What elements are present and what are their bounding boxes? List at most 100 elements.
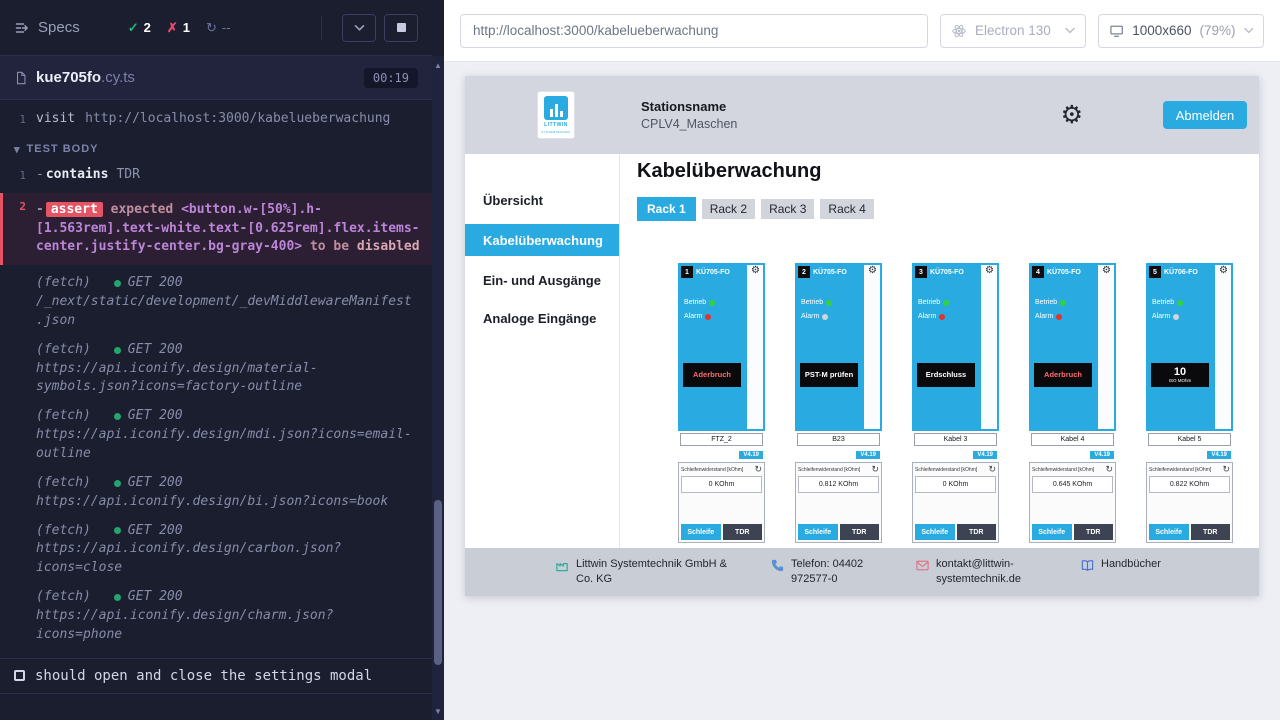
collapse-reporter-button[interactable] <box>342 14 376 42</box>
specs-list-icon <box>14 20 30 36</box>
version-badge: V4.19 <box>1207 451 1231 459</box>
refresh-icon[interactable]: ↻ <box>1222 465 1230 474</box>
cable-name-field[interactable]: FTZ_2 <box>680 433 763 446</box>
url-input[interactable] <box>461 15 927 47</box>
tdr-button[interactable]: TDR <box>1074 524 1114 540</box>
log-fetch-row[interactable]: (fetch)GET 200 https://api.iconify.desig… <box>0 469 432 517</box>
log-fetch-row[interactable]: (fetch)GET 200 /_next/static/development… <box>0 269 432 336</box>
factory-icon <box>555 558 570 573</box>
card-gear-icon[interactable]: ⚙ <box>1102 266 1111 276</box>
viewport-select[interactable]: 1000x660 (79%) <box>1098 14 1264 48</box>
log-fetch-row[interactable]: (fetch)GET 200 https://api.iconify.desig… <box>0 336 432 403</box>
tdr-button[interactable]: TDR <box>957 524 997 540</box>
resistance-value: 0.822 KOhm <box>1149 476 1230 493</box>
ok-dot-icon <box>114 527 121 534</box>
cable-name-field[interactable]: B23 <box>797 433 880 446</box>
card-title: KÜ705-FO <box>696 269 730 276</box>
stop-run-button[interactable] <box>384 14 418 42</box>
fetch-method: GET 200 <box>128 522 183 541</box>
sidebar-item-uebersicht[interactable]: Übersicht <box>465 186 619 214</box>
scroll-down-icon[interactable]: ▼ <box>432 704 444 718</box>
tab-rack-4[interactable]: Rack 4 <box>820 199 873 219</box>
tdr-button[interactable]: TDR <box>1191 524 1231 540</box>
card-gear-icon[interactable]: ⚙ <box>1219 266 1228 276</box>
fetch-url: /_next/static/development/_devMiddleware… <box>36 293 418 331</box>
test-body-section-header[interactable]: ▾ TEST BODY <box>0 133 432 162</box>
refresh-icon[interactable]: ↻ <box>871 465 879 474</box>
betrieb-row: Betrieb <box>801 299 832 306</box>
schleife-button[interactable]: Schleife <box>915 524 955 540</box>
cable-name-field[interactable]: Kabel 5 <box>1148 433 1231 446</box>
log-failed-assert[interactable]: 2 -assert expected <button.w-[50%].h-[1.… <box>0 193 432 266</box>
scroll-up-icon[interactable]: ▲ <box>432 58 444 72</box>
sidebar-item-kabelueberwachung[interactable]: Kabelüberwachung <box>465 224 619 256</box>
log-contains-command[interactable]: 1 -containsTDR <box>0 162 432 189</box>
x-icon: ✗ <box>167 20 178 36</box>
log-fetch-row[interactable]: (fetch)GET 200 https://api.iconify.desig… <box>0 517 432 584</box>
fetch-method: GET 200 <box>128 474 183 493</box>
run-stats: ✓2 ✗1 ↻-- <box>128 20 231 36</box>
tdr-button[interactable]: TDR <box>840 524 880 540</box>
measurement-panel: Schleifenwiderstand [kOhm]↻ 0.645 KOhm S… <box>1029 462 1116 543</box>
schleife-button[interactable]: Schleife <box>681 524 721 540</box>
tab-rack-3[interactable]: Rack 3 <box>761 199 814 219</box>
footer-email-text: kontakt@littwin-systemtechnik.de <box>936 557 1048 587</box>
alarm-led <box>705 314 711 320</box>
sidebar-item-ein-und-ausgaenge[interactable]: Ein- und Ausgänge <box>465 266 619 294</box>
chevron-down-icon <box>1244 27 1253 34</box>
tdr-button[interactable]: TDR <box>723 524 763 540</box>
cable-name-field[interactable]: Kabel 3 <box>914 433 997 446</box>
device-cards: ⚙ 1 KÜ705-FO Betrieb Alarm Aderbruch FTZ… <box>678 263 1259 543</box>
url-bar <box>460 14 928 48</box>
card-gear-icon[interactable]: ⚙ <box>751 266 760 276</box>
logout-button[interactable]: Abmelden <box>1163 101 1247 129</box>
spec-bar[interactable]: kue705fo.cy.ts 00:19 <box>0 56 432 100</box>
cable-name-field[interactable]: Kabel 4 <box>1031 433 1114 446</box>
stat-pending: ↻-- <box>206 20 231 36</box>
measurement-panel: Schleifenwiderstand [kOhm] ↻ 0 KOhm Schle… <box>912 462 999 543</box>
card-gear-icon[interactable]: ⚙ <box>868 266 877 276</box>
fetch-method: GET 200 <box>128 274 183 293</box>
page-title: Kabelüberwachung <box>637 160 1259 183</box>
refresh-icon[interactable]: ↻ <box>754 465 762 474</box>
card-number: 3 <box>915 266 927 278</box>
aut-canvas: LITTWIN SYSTEMTECHNIK Stationsname CPLV4… <box>444 62 1280 720</box>
browser-select[interactable]: Electron 130 <box>940 14 1086 48</box>
version-row: V4.19 <box>795 448 882 462</box>
scrollbar-thumb[interactable] <box>434 500 442 665</box>
resistance-label: Schleifenwiderstand [kOhm] <box>915 467 977 473</box>
stat-failed: ✗1 <box>167 20 190 36</box>
log-visit-command[interactable]: 1 visithttp://localhost:3000/kabelueberw… <box>0 106 432 133</box>
resistance-value: 0 KOhm <box>915 476 996 493</box>
spec-duration-badge: 00:19 <box>364 68 418 88</box>
collapsed-test-row[interactable]: should open and close the settings modal <box>0 658 432 694</box>
alarm-led <box>1056 314 1062 320</box>
log-fetch-row[interactable]: (fetch)GET 200 https://api.iconify.desig… <box>0 402 432 469</box>
betrieb-row: Betrieb <box>1035 299 1066 306</box>
settings-gear-icon[interactable]: ⚙ <box>1061 103 1083 128</box>
footer-email[interactable]: kontakt@littwin-systemtechnik.de <box>915 557 1048 587</box>
measurement-panel: Schleifenwiderstand [kOhm]↻ 0.812 KOhm S… <box>795 462 882 543</box>
schleife-button[interactable]: Schleife <box>798 524 838 540</box>
refresh-icon[interactable]: ↻ <box>1105 465 1113 474</box>
sidebar-item-analoge-eingaenge[interactable]: Analoge Eingänge <box>465 304 619 332</box>
card-side-panel <box>747 265 763 429</box>
specs-button[interactable]: Specs <box>14 19 80 36</box>
card-title: KÜ706-FO <box>1164 269 1198 276</box>
betrieb-led <box>1060 300 1066 306</box>
card-gear-icon[interactable]: ⚙ <box>985 266 994 276</box>
test-title: should open and close the settings modal <box>35 668 372 684</box>
status-display: 10ISO MOhm <box>1151 363 1209 387</box>
tab-rack-2[interactable]: Rack 2 <box>702 199 755 219</box>
ok-dot-icon <box>114 594 121 601</box>
footer-manuals[interactable]: Handbücher <box>1080 557 1161 573</box>
schleife-button[interactable]: Schleife <box>1149 524 1189 540</box>
resistance-label: Schleifenwiderstand [kOhm] <box>1149 467 1211 473</box>
refresh-icon[interactable]: ↻ <box>988 465 996 474</box>
scrollbar[interactable]: ▲ ▼ <box>432 56 444 720</box>
tab-rack-1[interactable]: Rack 1 <box>637 197 696 221</box>
device-card: ⚙ 4 KÜ705-FO Betrieb Alarm Aderbruch Kab… <box>1029 263 1116 543</box>
spec-extension: .cy.ts <box>101 69 135 86</box>
schleife-button[interactable]: Schleife <box>1032 524 1072 540</box>
log-fetch-row[interactable]: (fetch)GET 200 https://api.iconify.desig… <box>0 583 432 650</box>
